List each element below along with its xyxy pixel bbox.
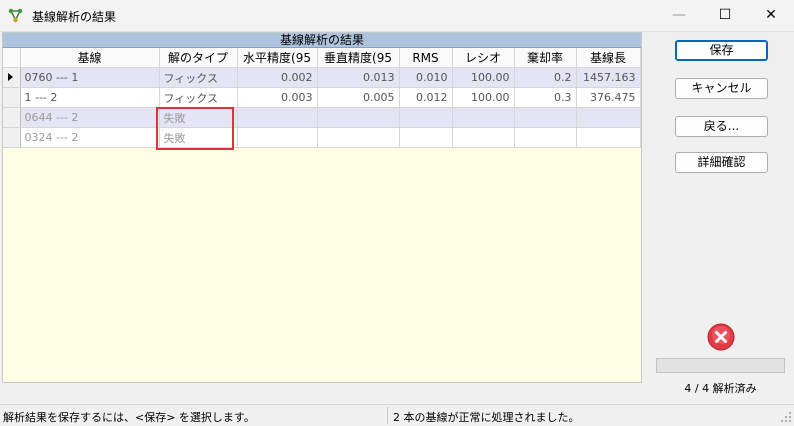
cell-horizontal-precision[interactable] <box>237 127 318 148</box>
window-title: 基線解析の結果 <box>32 10 117 24</box>
status-hint: 解析結果を保存するには、<保存> を選択します。 <box>3 411 255 424</box>
resize-grip-icon[interactable] <box>780 411 792 423</box>
table-row[interactable]: 0644 --- 2 失敗 <box>3 107 641 128</box>
cell-reject-rate[interactable]: 0.2 <box>514 67 577 88</box>
cell-ratio[interactable]: 100.00 <box>452 87 515 108</box>
row-indicator[interactable] <box>3 107 21 128</box>
cell-vertical-precision[interactable]: 0.005 <box>317 87 400 108</box>
table-row[interactable]: 0760 --- 1 フィックス 0.002 0.013 0.010 100.0… <box>3 67 641 88</box>
header-row: 基線 解のタイプ 水平精度(95 垂直精度(95 RMS レシオ 棄却率 基線長 <box>3 48 641 68</box>
cell-baseline-length[interactable] <box>576 107 641 128</box>
status-result: 2 本の基線が正常に処理されました。 <box>393 411 580 424</box>
cell-solution-type[interactable]: フィックス <box>159 67 238 88</box>
cell-solution-type[interactable]: フィックス <box>159 87 238 108</box>
cell-reject-rate[interactable] <box>514 127 577 148</box>
cell-vertical-precision[interactable] <box>317 107 400 128</box>
results-table: 基線 解のタイプ 水平精度(95 垂直精度(95 RMS レシオ 棄却率 基線長… <box>3 48 641 148</box>
back-button[interactable]: 戻る... <box>675 116 768 137</box>
row-indicator[interactable] <box>3 87 21 108</box>
column-header-vertical-precision[interactable]: 垂直精度(95 <box>317 48 400 68</box>
cell-baseline-length[interactable]: 1457.163 <box>576 67 641 88</box>
row-indicator[interactable] <box>3 127 21 148</box>
network-nodes-icon <box>8 8 23 23</box>
stop-x-icon[interactable] <box>707 323 735 351</box>
cell-baseline[interactable]: 0644 --- 2 <box>20 107 160 128</box>
table-row[interactable]: 1 --- 2 フィックス 0.003 0.005 0.012 100.00 0… <box>3 87 641 108</box>
grid-caption: 基線解析の結果 <box>3 33 641 48</box>
cell-vertical-precision[interactable]: 0.013 <box>317 67 400 88</box>
column-header-horizontal-precision[interactable]: 水平精度(95 <box>237 48 318 68</box>
cell-baseline-length[interactable] <box>576 127 641 148</box>
details-button[interactable]: 詳細確認 <box>675 152 768 173</box>
column-header-solution-type[interactable]: 解のタイプ <box>159 48 238 68</box>
results-grid[interactable]: 基線解析の結果 基線 解のタイプ 水平精度(95 垂直精度(95 RMS レシオ… <box>2 32 642 383</box>
cell-baseline-length[interactable]: 376.475 <box>576 87 641 108</box>
column-header-rms[interactable]: RMS <box>399 48 453 68</box>
corner-cell <box>3 48 21 68</box>
row-indicator[interactable] <box>3 67 21 88</box>
save-button[interactable]: 保存 <box>675 40 768 61</box>
cell-reject-rate[interactable] <box>514 107 577 128</box>
progress-label: 4 / 4 解析済み <box>684 382 757 395</box>
row-pointer-icon <box>8 73 13 81</box>
close-button[interactable]: ✕ <box>748 0 794 31</box>
cell-vertical-precision[interactable] <box>317 127 400 148</box>
progress-bar <box>656 358 785 373</box>
cell-rms[interactable]: 0.010 <box>399 67 453 88</box>
title-bar: 基線解析の結果 — ☐ ✕ <box>0 0 794 32</box>
cell-ratio[interactable] <box>452 127 515 148</box>
cell-rms[interactable] <box>399 107 453 128</box>
column-header-ratio[interactable]: レシオ <box>452 48 515 68</box>
cell-solution-type[interactable]: 失敗 <box>159 107 238 128</box>
cell-baseline[interactable]: 0324 --- 2 <box>20 127 160 148</box>
cell-solution-type[interactable]: 失敗 <box>159 127 238 148</box>
table-row[interactable]: 0324 --- 2 失敗 <box>3 127 641 148</box>
cell-horizontal-precision[interactable]: 0.002 <box>237 67 318 88</box>
cell-rms[interactable] <box>399 127 453 148</box>
cell-rms[interactable]: 0.012 <box>399 87 453 108</box>
minimize-button[interactable]: — <box>656 0 702 31</box>
cancel-button[interactable]: キャンセル <box>675 78 768 99</box>
cell-horizontal-precision[interactable]: 0.003 <box>237 87 318 108</box>
cell-ratio[interactable] <box>452 107 515 128</box>
cell-reject-rate[interactable]: 0.3 <box>514 87 577 108</box>
column-header-baseline-length[interactable]: 基線長 <box>576 48 641 68</box>
status-divider <box>387 407 388 424</box>
maximize-button[interactable]: ☐ <box>702 0 748 31</box>
cell-ratio[interactable]: 100.00 <box>452 67 515 88</box>
cell-horizontal-precision[interactable] <box>237 107 318 128</box>
cell-baseline[interactable]: 1 --- 2 <box>20 87 160 108</box>
column-header-reject-rate[interactable]: 棄却率 <box>514 48 577 68</box>
cell-baseline[interactable]: 0760 --- 1 <box>20 67 160 88</box>
column-header-baseline[interactable]: 基線 <box>20 48 160 68</box>
status-bar: 解析結果を保存するには、<保存> を選択します。 2 本の基線が正常に処理されま… <box>0 404 794 426</box>
